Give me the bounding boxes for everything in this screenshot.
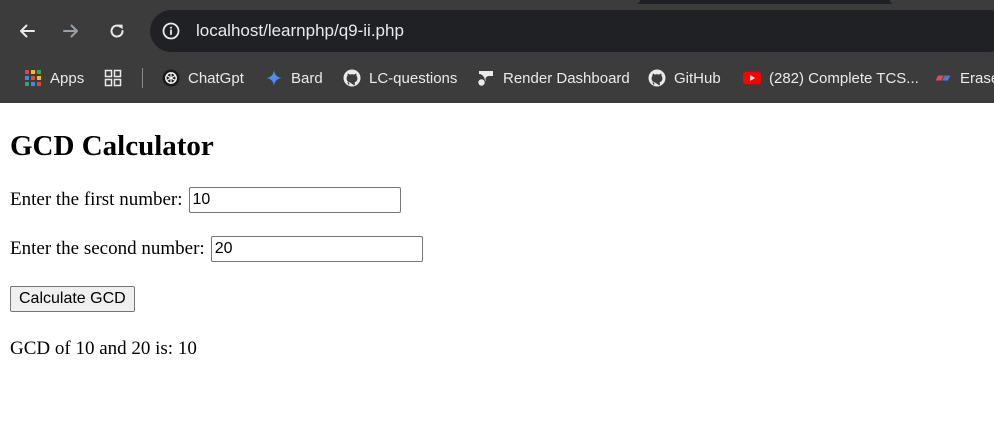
- bookmark-bard[interactable]: Bard: [265, 62, 323, 94]
- bookmark-label: Bard: [291, 69, 323, 87]
- bookmark-chatgpt[interactable]: ChatGpt: [162, 62, 244, 94]
- bookmarks-divider: [142, 68, 143, 88]
- first-number-label: Enter the first number:: [10, 189, 183, 210]
- bookmarks-bar: Apps ChatGpt Bard LC-questions Render Da…: [0, 62, 994, 94]
- bookmark-label: Apps: [50, 69, 85, 87]
- bookmark-label: ChatGpt: [188, 69, 244, 87]
- reload-button[interactable]: [102, 16, 132, 46]
- youtube-icon: [743, 69, 761, 87]
- browser-chrome: localhost/learnphp/q9-ii.php Apps ChatGp…: [0, 0, 994, 103]
- reload-icon: [110, 24, 124, 38]
- bookmark-youtube[interactable]: (282) Complete TCS...: [743, 62, 919, 94]
- gcd-result-text: GCD of 10 and 20 is: 10: [10, 338, 197, 359]
- bookmark-label: Render Dashboard: [503, 69, 630, 87]
- calculate-gcd-button[interactable]: Calculate GCD: [10, 286, 135, 312]
- page-title: GCD Calculator: [10, 130, 214, 162]
- bookmark-erase[interactable]: Erase: [934, 62, 994, 94]
- back-button[interactable]: [12, 16, 42, 46]
- bookmark-apps[interactable]: Apps: [24, 62, 84, 94]
- page-content: GCD Calculator Enter the first number: E…: [0, 103, 994, 434]
- bookmark-label: Erase: [960, 69, 994, 87]
- render-icon: [477, 69, 495, 87]
- apps-grid-icon: [24, 69, 42, 87]
- second-number-input[interactable]: [210, 236, 423, 262]
- first-number-row: Enter the first number:: [10, 187, 401, 213]
- url-text[interactable]: localhost/learnphp/q9-ii.php: [196, 20, 404, 42]
- bookmark-label: GitHub: [674, 69, 721, 87]
- eraser-icon: [934, 69, 952, 87]
- tab-groups-icon: [104, 69, 122, 87]
- first-number-input[interactable]: [188, 187, 401, 213]
- chatgpt-icon: [162, 69, 180, 87]
- forward-button[interactable]: [56, 16, 86, 46]
- github-icon: [648, 69, 666, 87]
- second-number-row: Enter the second number:: [10, 236, 423, 262]
- bookmark-tab-groups[interactable]: [104, 62, 130, 94]
- github-icon: [343, 69, 361, 87]
- bookmark-label: LC-questions: [369, 69, 458, 87]
- bookmark-github[interactable]: GitHub: [648, 62, 721, 94]
- bookmark-render-dashboard[interactable]: Render Dashboard: [477, 62, 630, 94]
- second-number-label: Enter the second number:: [10, 238, 205, 259]
- info-circle-icon: [162, 22, 180, 40]
- bard-sparkle-icon: [265, 69, 283, 87]
- inactive-tab-edge: [890, 0, 994, 4]
- arrow-right-icon: [63, 24, 78, 38]
- bookmark-label: (282) Complete TCS...: [769, 69, 919, 87]
- bookmark-lc-questions[interactable]: LC-questions: [343, 62, 457, 94]
- arrow-left-icon: [20, 24, 35, 38]
- active-tab-edge: [0, 0, 640, 4]
- tab-strip: [0, 0, 994, 4]
- address-bar[interactable]: localhost/learnphp/q9-ii.php: [150, 10, 994, 52]
- site-info-icon[interactable]: [160, 20, 182, 42]
